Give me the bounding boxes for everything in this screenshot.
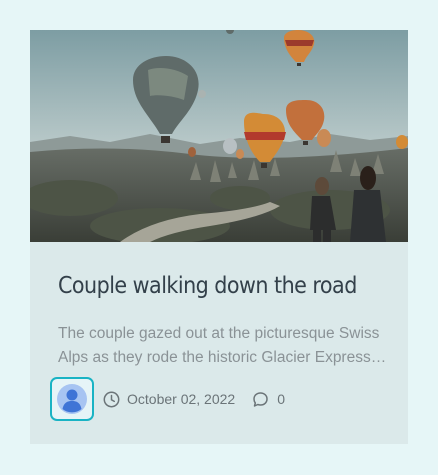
post-comments[interactable]: 0 <box>252 391 285 408</box>
comment-count: 0 <box>277 391 285 407</box>
post-image <box>30 30 408 242</box>
post-meta: October 02, 2022 0 <box>50 376 390 422</box>
post-title[interactable]: Couple walking down the road <box>58 273 357 299</box>
post-date-text[interactable]: October 02, 2022 <box>127 391 235 407</box>
post-card: Couple walking down the road The couple … <box>30 30 408 444</box>
post-date: October 02, 2022 <box>103 391 235 408</box>
user-avatar-icon <box>57 384 87 414</box>
clock-icon <box>103 391 120 408</box>
author-avatar[interactable] <box>50 377 94 421</box>
post-image-link[interactable] <box>30 30 408 242</box>
comment-bubble-icon <box>252 391 269 408</box>
post-excerpt: The couple gazed out at the picturesque … <box>58 325 380 366</box>
